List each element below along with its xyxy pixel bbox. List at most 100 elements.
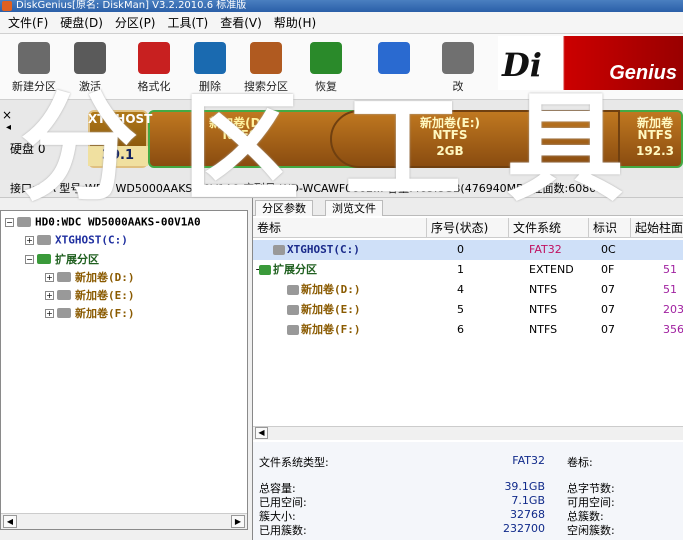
partition-fs: NTFS (222, 128, 258, 142)
tree-item[interactable]: + XTGHOST(C:) (25, 233, 128, 250)
menu-item[interactable]: 分区(P) (109, 14, 162, 31)
horizontal-scrollbar[interactable]: ◀ ▶ (1, 513, 247, 529)
tree-disk-node[interactable]: − HD0:WDC WD5000AAKS-00V1A0 (5, 215, 201, 232)
table-cell-fs: NTFS (529, 303, 558, 316)
toolbar-button[interactable]: 新建分区 (4, 40, 64, 96)
scroll-left-icon[interactable]: ◀ (3, 515, 17, 528)
table-row[interactable]: XTGHOST(C:) 0 FAT32 0C (253, 240, 683, 260)
toolbar-button[interactable]: 恢复 (296, 40, 356, 96)
column-header[interactable]: 序号(状态) (427, 218, 509, 238)
scroll-right-icon[interactable]: ▶ (231, 515, 245, 528)
disk-map[interactable]: × ◂ 硬盘 0 XTGHOST 39.1 新加卷(D:) NTFS 新加卷(E… (0, 100, 683, 180)
table-cell-name: 新加卷(F:) (301, 323, 361, 336)
partition-icon (57, 308, 71, 318)
expand-icon[interactable]: + (45, 272, 54, 282)
table-cell-start: 203 (663, 303, 683, 316)
tab-partition-params[interactable]: 分区参数 (255, 200, 313, 216)
tree-item[interactable]: + 新加卷(D:) (45, 269, 135, 286)
horizontal-scrollbar[interactable]: ◀ (253, 426, 683, 440)
detail-value: 232700 (503, 522, 545, 535)
arrow-left-icon[interactable]: ◂ (6, 122, 11, 133)
menu-item[interactable]: 文件(F) (2, 14, 54, 31)
app-icon (2, 1, 12, 11)
detail-label: 已用簇数: (259, 524, 307, 537)
tree-item[interactable]: + 新加卷(F:) (45, 305, 135, 322)
extended-partition-icon (37, 254, 51, 264)
table-cell-start: 51 (663, 263, 677, 276)
expand-icon[interactable]: + (45, 308, 54, 318)
table-row[interactable]: 新加卷(F:) 6 NTFS 07 356 (253, 320, 683, 340)
menu-bar: 文件(F) 硬盘(D) 分区(P) 工具(T) 查看(V) 帮助(H) (0, 12, 683, 34)
menu-item[interactable]: 硬盘(D) (54, 14, 109, 31)
table-header: 卷标 序号(状态) 文件系统 标识 起始柱面 (253, 218, 683, 238)
menu-item[interactable]: 工具(T) (162, 14, 215, 31)
menu-item[interactable]: 查看(V) (214, 14, 268, 31)
title-bar: DiskGenius[原名: DiskMan] V3.2.2010.6 标准版 (0, 0, 683, 12)
menu-item[interactable]: 帮助(H) (268, 14, 322, 31)
toolbar-button-label: 搜索分区 (244, 80, 288, 93)
toolbar-button[interactable]: 格式化 (124, 40, 184, 96)
hard-disk-icon (17, 217, 31, 227)
detail-label: 卷标: (567, 456, 593, 469)
table-cell-index: 5 (457, 303, 464, 316)
column-header[interactable]: 文件系统 (509, 218, 589, 238)
tree-item-label: 扩展分区 (55, 253, 99, 266)
disk-tree-panel[interactable]: − HD0:WDC WD5000AAKS-00V1A0 + XTGHOST(C:) … (0, 210, 248, 530)
activate-icon (74, 42, 106, 74)
partition-fs: NTFS (432, 128, 468, 142)
tree-item[interactable]: + 新加卷(E:) (45, 287, 135, 304)
toolbar-button[interactable]: 改 (428, 40, 488, 96)
detail-value: 7.1GB (511, 494, 545, 507)
tree-disk-label: HD0:WDC WD5000AAKS-00V1A0 (35, 215, 201, 229)
partition-icon (57, 290, 71, 300)
tree-item-label: 新加卷(D:) (75, 271, 135, 284)
table-cell-index: 1 (457, 263, 464, 276)
tree-item-label: 新加卷(F:) (75, 307, 135, 320)
toolbar-button[interactable]: 激活 (60, 40, 120, 96)
table-cell-id: 07 (601, 323, 615, 336)
partition-icon (287, 285, 299, 295)
table-cell-name: 新加卷(E:) (301, 303, 361, 316)
table-cell-fs: NTFS (529, 283, 558, 296)
brand-text: Di (502, 46, 542, 84)
column-header[interactable]: 起始柱面 (631, 218, 683, 238)
partition-icon (287, 325, 299, 335)
scroll-left-icon[interactable]: ◀ (255, 427, 268, 439)
toolbar-button[interactable]: 搜索分区 (236, 40, 296, 96)
partition-details: 文件系统类型: FAT32 卷标: 总容量: 39.1GB 总字节数: 已用空间… (253, 442, 683, 540)
table-cell-index: 4 (457, 283, 464, 296)
expand-icon[interactable]: + (45, 290, 54, 300)
table-row[interactable]: −扩展分区1EXTEND0F51 (253, 260, 683, 280)
partition-icon (273, 245, 285, 255)
partition-size: 192.3 (636, 144, 674, 158)
column-header[interactable]: 标识 (589, 218, 631, 238)
toolbar-button-label: 恢复 (315, 80, 337, 93)
expand-icon[interactable]: + (25, 235, 34, 245)
disk-info-bar: 接口:ATA 型号:WDC WD5000AAKS-00V1A0 序列号:WD-W… (0, 180, 683, 198)
table-cell-fs: FAT32 (529, 243, 562, 256)
table-row[interactable]: 新加卷(D:) 4 NTFS 07 51 (253, 280, 683, 300)
tree-item[interactable]: − 扩展分区 (25, 251, 99, 268)
partition-size: 39.1 (88, 146, 148, 166)
table-cell-id: 0F (601, 263, 615, 276)
partition-size: 2GB (436, 144, 464, 158)
extended-partition-icon (259, 265, 271, 275)
toolbar-button[interactable] (364, 40, 424, 96)
toolbar-button-label: 格式化 (137, 80, 171, 93)
detail-label: 文件系统类型: (259, 456, 329, 469)
tab-browse-files[interactable]: 浏览文件 (325, 200, 383, 216)
close-icon[interactable]: × (2, 108, 12, 122)
brand-logo: Di Genius (498, 36, 683, 90)
toolbar-button[interactable]: 删除 (180, 40, 240, 96)
column-header[interactable]: 卷标 (253, 218, 427, 238)
table-row[interactable]: 新加卷(E:) 5 NTFS 07 203 (253, 300, 683, 320)
collapse-icon[interactable]: − (5, 217, 14, 227)
save-icon (442, 42, 474, 74)
toolbar-button-label: 改 (452, 80, 464, 93)
table-cell-start: 356 (663, 323, 683, 336)
table-cell-id: 07 (601, 303, 615, 316)
toolbar-button-label: 新建分区 (12, 80, 56, 93)
partition-icon (287, 305, 299, 315)
collapse-icon[interactable]: − (25, 254, 34, 264)
table-cell-index: 6 (457, 323, 464, 336)
